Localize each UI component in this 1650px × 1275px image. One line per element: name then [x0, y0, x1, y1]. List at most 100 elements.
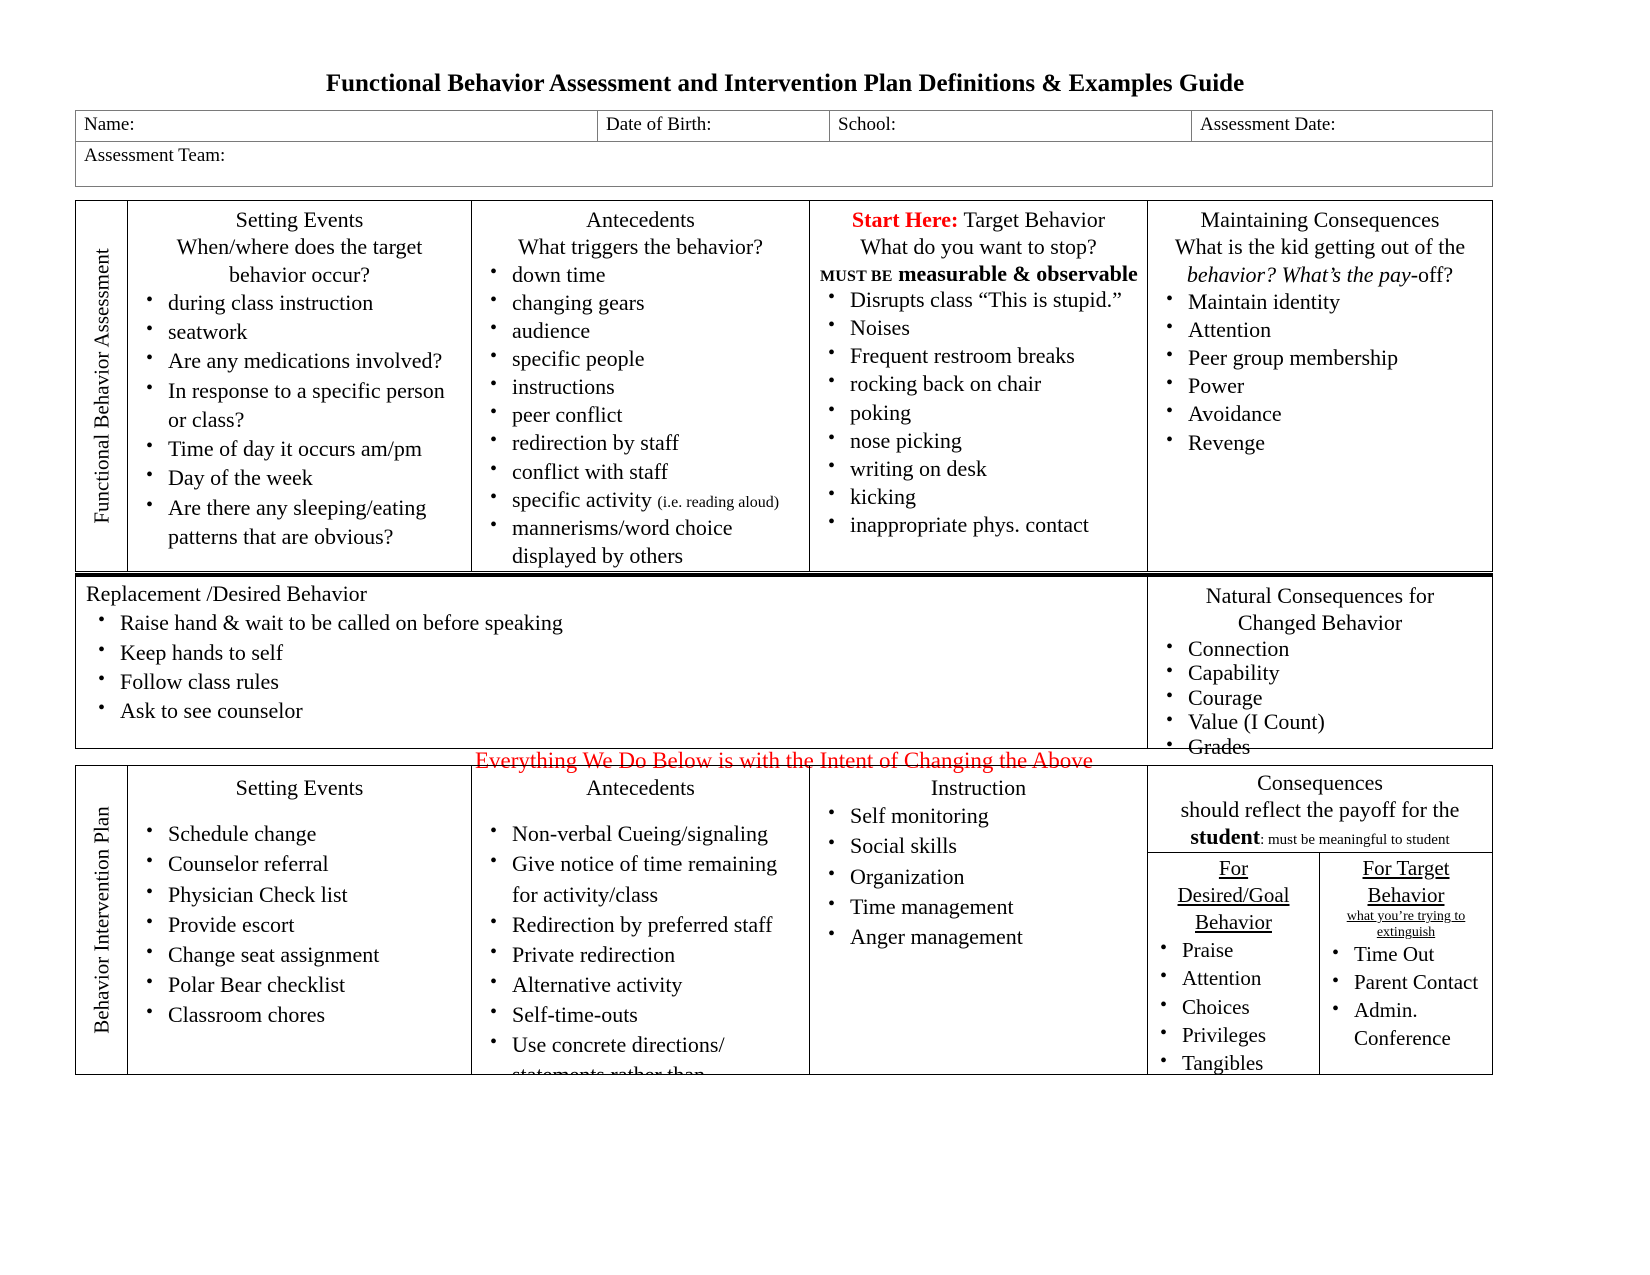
fba-setting-events-header: Setting Events When/where does the targe… — [134, 201, 465, 288]
bip-target-note-1: what you’re trying to — [1346, 909, 1466, 925]
natural-consequences-title-2: Changed Behavior — [1237, 610, 1403, 636]
list-item-text: specific activity — [512, 486, 652, 512]
list-item: Non-verbal Cueing/signaling — [486, 818, 803, 849]
fba-maintaining-consequences-list: Maintain identity Attention Peer group m… — [1154, 287, 1486, 457]
bip-setting-events-title: Setting Events — [235, 775, 364, 800]
list-item: Day of the week — [142, 462, 465, 492]
list-item: Change seat assignment — [142, 939, 465, 970]
list-item: seatwork — [142, 316, 465, 346]
list-item: inappropriate phys. contact — [824, 510, 1141, 539]
list-item: conflict with staff — [486, 457, 803, 486]
replacement-behavior-cell: Replacement /Desired Behavior Raise hand… — [76, 577, 1148, 748]
bip-target-note-2: extinguish — [1376, 925, 1436, 941]
list-item: Noises — [824, 313, 1141, 342]
fba-section-label-text: Functional Behavior Assessment — [89, 248, 113, 524]
list-item: during class instruction — [142, 287, 465, 317]
fba-setting-events-list: during class instruction seatwork Are an… — [134, 287, 465, 552]
fba-setting-events-column: Setting Events When/where does the targe… — [128, 201, 472, 571]
list-item: kicking — [824, 482, 1141, 511]
fba-maintaining-consequences-subtitle-2: behavior? What’s the pay-off? — [1154, 261, 1486, 288]
start-here-label: Start Here: — [851, 207, 959, 232]
field-assessment-date[interactable]: Assessment Date: — [1191, 110, 1493, 142]
bip-desired-behavior-cell: For Desired/Goal Behavior Praise Attenti… — [1148, 853, 1320, 1074]
bip-section-label: Behavior Intervention Plan — [76, 766, 128, 1074]
payoff-rest: -off? — [1410, 261, 1454, 287]
fba-section-label: Functional Behavior Assessment — [76, 201, 128, 571]
list-item: Are there any sleeping/eating patterns t… — [142, 492, 465, 552]
list-item: Alternative activity — [486, 969, 803, 1000]
list-item: specific people — [486, 344, 803, 373]
bip-desired-behavior-heading: For Desired/Goal Behavior — [1152, 855, 1315, 936]
list-item: Capability — [1162, 660, 1486, 686]
fba-target-behavior-subtitle: What do you want to stop? — [860, 234, 1097, 260]
list-item: Tangibles — [1156, 1048, 1315, 1074]
list-item: Use concrete directions/ statements rath… — [486, 1029, 803, 1074]
list-item: Follow class rules — [94, 666, 1141, 696]
bip-section-label-text: Behavior Intervention Plan — [89, 806, 113, 1034]
fba-setting-events-subtitle-1: When/where does the target — [176, 234, 423, 260]
fba-setting-events-title: Setting Events — [235, 207, 364, 232]
list-item: Polar Bear checklist — [142, 969, 465, 1000]
natural-consequences-title-1: Natural Consequences for — [1205, 583, 1435, 608]
list-item: down time — [486, 260, 803, 289]
must-be-prefix: MUST BE — [820, 267, 893, 285]
fba-maintaining-consequences-subtitle-1: What is the kid getting out of the — [1174, 234, 1466, 260]
list-item: Schedule change — [142, 818, 465, 849]
field-assessment-team[interactable]: Assessment Team: — [75, 141, 1493, 187]
list-item: poking — [824, 398, 1141, 427]
list-item: peer conflict — [486, 400, 803, 429]
list-item: redirection by staff — [486, 428, 803, 457]
list-item: Redirection by preferred staff — [486, 909, 803, 940]
list-item-note: (i.e. reading aloud) — [657, 493, 780, 511]
list-item: Time Out — [1328, 940, 1488, 969]
student-note: : must be meaningful to student — [1260, 831, 1450, 848]
page-title: Functional Behavior Assessment and Inter… — [325, 70, 1245, 97]
bip-instruction-title: Instruction — [930, 775, 1027, 800]
field-date-of-birth[interactable]: Date of Birth: — [597, 110, 830, 142]
list-item: Physician Check list — [142, 879, 465, 910]
bip-consequences-header: Consequences should reflect the payoff f… — [1148, 766, 1492, 854]
fba-antecedents-header: Antecedents What triggers the behavior? — [478, 201, 803, 261]
list-item: nose picking — [824, 426, 1141, 455]
list-item: specific activity (i.e. reading aloud) — [486, 485, 803, 514]
list-item: Raise hand & wait to be called on before… — [94, 607, 1141, 637]
field-school[interactable]: School: — [829, 110, 1192, 142]
list-item: writing on desk — [824, 454, 1141, 483]
list-item: Praise — [1156, 935, 1315, 964]
natural-consequences-cell: Natural Consequences for Changed Behavio… — [1148, 577, 1492, 759]
list-item: audience — [486, 316, 803, 345]
fba-target-behavior-header: Start Here: Target Behavior What do you … — [816, 201, 1141, 286]
bip-consequences-title: Consequences — [1257, 770, 1383, 795]
list-item: Revenge — [1162, 428, 1486, 457]
field-name[interactable]: Name: — [75, 110, 598, 142]
bip-target-behavior-list: Time Out Parent Contact Admin. Conferenc… — [1324, 940, 1488, 1052]
list-item: Private redirection — [486, 939, 803, 970]
fba-maintaining-consequences-column: Maintaining Consequences What is the kid… — [1148, 201, 1492, 571]
bip-desired-behavior-list: Praise Attention Choices Privileges Tang… — [1152, 935, 1315, 1074]
list-item: Attention — [1156, 963, 1315, 992]
bip-grid: Behavior Intervention Plan Setting Event… — [75, 765, 1493, 1075]
list-item: Time of day it occurs am/pm — [142, 433, 465, 463]
list-item: Organization — [824, 861, 1141, 892]
list-item: Social skills — [824, 830, 1141, 861]
fba-maintaining-consequences-header: Maintaining Consequences What is the kid… — [1154, 201, 1486, 288]
fba-target-behavior-column: Start Here: Target Behavior What do you … — [810, 201, 1148, 571]
bip-desired-title-3: Behavior — [1195, 910, 1272, 935]
list-item: Are any medications involved? — [142, 345, 465, 375]
table-row: Name: Date of Birth: School: Assessment … — [75, 110, 1493, 142]
bip-instruction-column: Instruction Self monitoring Social skill… — [810, 766, 1148, 1074]
bip-antecedents-title: Antecedents — [586, 775, 695, 800]
bip-consequences-split: For Desired/Goal Behavior Praise Attenti… — [1148, 853, 1492, 1074]
identity-table: Name: Date of Birth: School: Assessment … — [75, 110, 1493, 187]
bip-antecedents-column: Antecedents Non-verbal Cueing/signaling … — [472, 766, 810, 1074]
list-item: Courage — [1162, 685, 1486, 711]
list-item: Self monitoring — [824, 800, 1141, 831]
fba-target-behavior-title-rest: Target Behavior — [958, 207, 1106, 232]
fba-grid: Functional Behavior Assessment Setting E… — [75, 200, 1493, 572]
list-item: Attention — [1162, 315, 1486, 344]
replacement-behavior-list: Raise hand & wait to be called on before… — [86, 607, 1141, 725]
list-item: Privileges — [1156, 1020, 1315, 1049]
list-item: Peer group membership — [1162, 343, 1486, 372]
bip-target-behavior-cell: For Target Behavior what you’re trying t… — [1320, 853, 1492, 1074]
list-item: Classroom chores — [142, 999, 465, 1030]
